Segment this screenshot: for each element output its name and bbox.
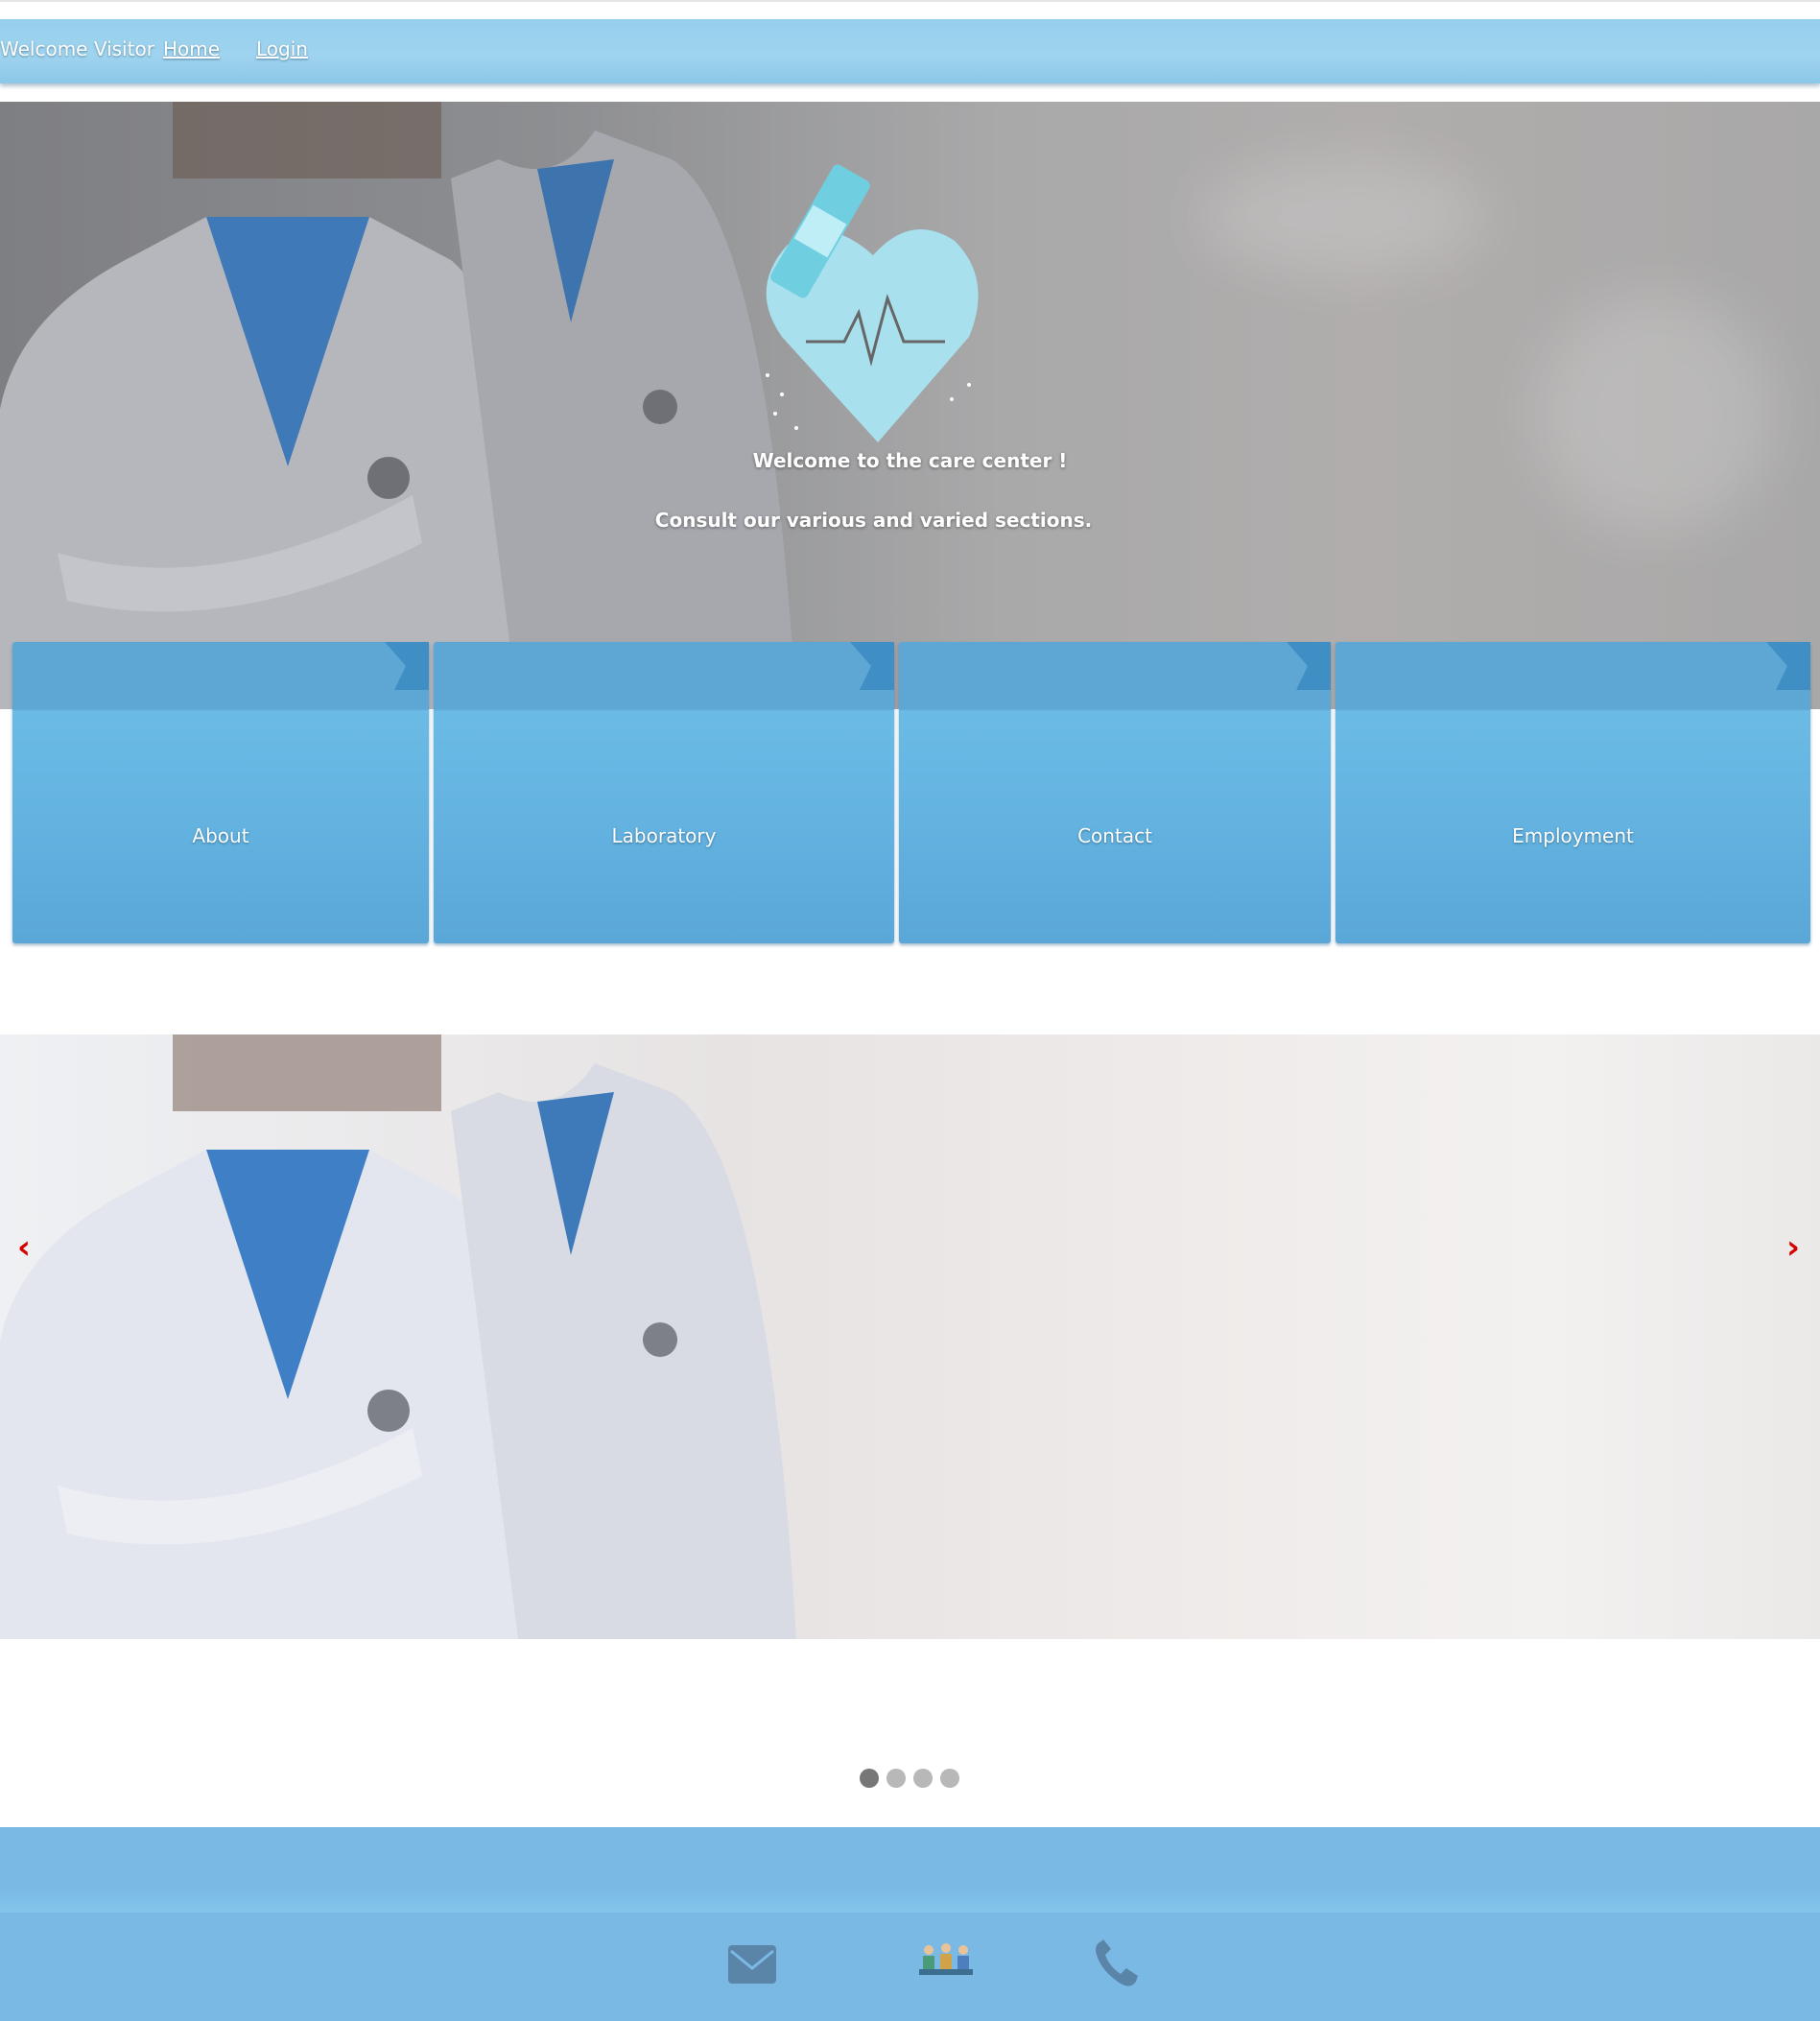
- heart-logo-icon: [766, 164, 979, 442]
- welcome-text: Welcome Visitor: [0, 37, 154, 60]
- tile-corner-icon: [1766, 642, 1810, 690]
- carousel-dot[interactable]: [886, 1769, 906, 1788]
- carousel-dot[interactable]: [940, 1769, 959, 1788]
- top-border: [0, 0, 1820, 2]
- team-icon[interactable]: [919, 1940, 973, 1979]
- hero-banner: Welcome to the care center ! Consult our…: [0, 102, 1820, 709]
- tile-corner-icon: [1287, 642, 1331, 690]
- carousel-prev-arrow[interactable]: ‹: [17, 1228, 31, 1267]
- tile-contact[interactable]: Contact: [899, 642, 1331, 943]
- tile-employment-label: Employment: [1512, 824, 1634, 847]
- doctors-slide-image: [0, 1034, 796, 1639]
- footer-band: [0, 1888, 1820, 1913]
- nav-home-link[interactable]: Home: [163, 37, 220, 60]
- tile-corner-icon: [385, 642, 429, 690]
- hero-title: Welcome to the care center !: [752, 449, 1068, 472]
- tile-contact-label: Contact: [1077, 824, 1152, 847]
- hero-light-blur: [1535, 294, 1775, 534]
- carousel-dot[interactable]: [913, 1769, 933, 1788]
- phone-icon[interactable]: [1092, 1938, 1142, 1989]
- carousel-dot[interactable]: [860, 1769, 879, 1788]
- carousel-slide: [0, 1034, 1820, 1639]
- envelope-icon[interactable]: [727, 1939, 777, 1989]
- nav-login-link[interactable]: Login: [256, 37, 308, 60]
- tile-laboratory[interactable]: Laboratory: [434, 642, 894, 943]
- tile-corner-icon: [850, 642, 894, 690]
- tile-laboratory-label: Laboratory: [611, 824, 717, 847]
- tile-employment[interactable]: Employment: [1335, 642, 1810, 943]
- hero-light-blur: [1199, 159, 1487, 274]
- doctors-image: [0, 102, 796, 709]
- tile-about[interactable]: About: [12, 642, 429, 943]
- navbar: Welcome Visitor Home Login: [0, 19, 1820, 83]
- section-tiles: About Laboratory Contact Employment: [12, 642, 1810, 943]
- footer: [0, 1827, 1820, 2021]
- hero-subtitle: Consult our various and varied sections.: [654, 509, 1093, 532]
- tile-about-label: About: [192, 824, 249, 847]
- carousel-next-arrow[interactable]: ›: [1786, 1228, 1800, 1267]
